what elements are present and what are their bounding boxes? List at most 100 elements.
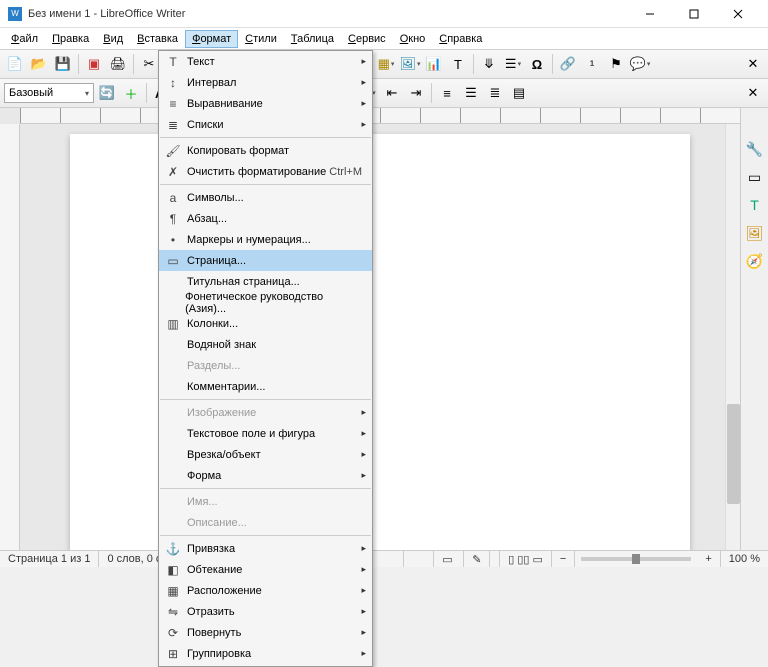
- zoom-slider[interactable]: [581, 557, 691, 561]
- menu-item-списки[interactable]: ≣Списки: [159, 114, 372, 135]
- menu-item-label: Очистить форматирование: [187, 166, 326, 178]
- sidebar-gallery-icon[interactable]: 🖼: [744, 222, 766, 244]
- document-area[interactable]: [20, 124, 740, 550]
- pagebreak-button[interactable]: ⤋: [478, 53, 500, 75]
- horizontal-ruler[interactable]: [20, 108, 740, 124]
- zoom-out-button[interactable]: −: [552, 551, 575, 567]
- open-button[interactable]: 📂: [28, 53, 50, 75]
- sidebar-properties-icon[interactable]: 🔧: [744, 138, 766, 160]
- menu-item-интервал[interactable]: ↕Интервал: [159, 72, 372, 93]
- align-left-button[interactable]: ≡: [436, 82, 458, 104]
- menu-item-label: Маркеры и нумерация...: [187, 234, 311, 246]
- menu-item-фонетическое-руководство-азия-[interactable]: Фонетическое руководство (Азия)...: [159, 292, 372, 313]
- status-selection-mode[interactable]: ▭: [434, 551, 464, 567]
- format-menu-dropdown: TТекст↕Интервал≡Выравнивание≣Списки 🖌Копи…: [158, 50, 373, 667]
- scrollbar-thumb[interactable]: [727, 404, 740, 504]
- comment-button[interactable]: 💬: [629, 53, 651, 75]
- menu-item-абзац-[interactable]: ¶Абзац...: [159, 208, 372, 229]
- save-button[interactable]: 💾: [52, 53, 74, 75]
- menu-item-колонки-[interactable]: ▥Колонки...: [159, 313, 372, 334]
- menu-вид[interactable]: Вид: [96, 30, 130, 48]
- menu-item-врезка-объект[interactable]: Врезка/объект: [159, 444, 372, 465]
- menu-правка[interactable]: Правка: [45, 30, 96, 48]
- zoom-knob[interactable]: [632, 554, 640, 564]
- menu-вставка[interactable]: Вставка: [130, 30, 185, 48]
- menu-item-копировать-формат[interactable]: 🖌Копировать формат: [159, 140, 372, 161]
- status-view-layout[interactable]: ▯ ▯▯ ▭: [499, 551, 552, 567]
- menu-файл[interactable]: Файл: [4, 30, 45, 48]
- menu-item-текст[interactable]: TТекст: [159, 51, 372, 72]
- hyperlink-button[interactable]: 🔗: [557, 53, 579, 75]
- close-button[interactable]: [716, 0, 760, 28]
- menu-окно[interactable]: Окно: [393, 30, 433, 48]
- menu-сервис[interactable]: Сервис: [341, 30, 393, 48]
- menu-стили[interactable]: Стили: [238, 30, 284, 48]
- separator: [552, 54, 553, 74]
- status-insert-mode[interactable]: [404, 551, 434, 567]
- sidebar-styles-icon[interactable]: T: [744, 194, 766, 216]
- vertical-ruler[interactable]: [0, 124, 20, 550]
- char-icon: a: [163, 189, 183, 207]
- menu-item-текстовое-поле-и-фигура[interactable]: Текстовое поле и фигура: [159, 423, 372, 444]
- menu-item-описание-: Описание...: [159, 512, 372, 533]
- vertical-scrollbar[interactable]: [725, 124, 740, 550]
- minimize-button[interactable]: [628, 0, 672, 28]
- footnote-button[interactable]: ¹: [581, 53, 603, 75]
- menu-item-обтекание[interactable]: ◧Обтекание: [159, 559, 372, 580]
- menu-item-символы-[interactable]: aСимволы...: [159, 187, 372, 208]
- status-signature[interactable]: ✎: [464, 551, 490, 567]
- indent-button[interactable]: ⇥: [405, 82, 427, 104]
- new-button[interactable]: 📄: [4, 53, 26, 75]
- field-button[interactable]: ☰: [502, 53, 524, 75]
- menu-item-привязка[interactable]: ⚓Привязка: [159, 538, 372, 559]
- menu-separator: [160, 184, 371, 185]
- close-toolbar-button[interactable]: ✕: [742, 82, 764, 104]
- workspace: 🔧 ▭ T 🖼 🧭: [0, 108, 768, 550]
- menu-item-водяной-знак[interactable]: Водяной знак: [159, 334, 372, 355]
- sidebar-navigator-icon[interactable]: 🧭: [744, 250, 766, 272]
- sidebar-page-icon[interactable]: ▭: [744, 166, 766, 188]
- close-toolbar-button[interactable]: ✕: [742, 53, 764, 75]
- menu-item-расположение[interactable]: ▦Расположение: [159, 580, 372, 601]
- image-button[interactable]: 🖼: [399, 53, 421, 75]
- bookmark-button[interactable]: ⚑: [605, 53, 627, 75]
- menu-item-титульная-страница-[interactable]: Титульная страница...: [159, 271, 372, 292]
- menu-item-label: Отразить: [187, 606, 235, 618]
- textbox-button[interactable]: T: [447, 53, 469, 75]
- zoom-in-button[interactable]: +: [697, 551, 720, 567]
- print-button[interactable]: 🖨: [107, 53, 129, 75]
- menu-таблица[interactable]: Таблица: [284, 30, 341, 48]
- justify-button[interactable]: ▤: [508, 82, 530, 104]
- outdent-button[interactable]: ⇤: [381, 82, 403, 104]
- align-center-button[interactable]: ☰: [460, 82, 482, 104]
- menu-item-отразить[interactable]: ⇋Отразить: [159, 601, 372, 622]
- brush-icon: 🖌: [163, 142, 183, 160]
- menu-item-label: Врезка/объект: [187, 449, 261, 461]
- arrange-icon: ▦: [163, 582, 183, 600]
- new-style-button[interactable]: ＋: [120, 82, 142, 104]
- menu-item-повернуть[interactable]: ⟳Повернуть: [159, 622, 372, 643]
- menu-справка[interactable]: Справка: [432, 30, 489, 48]
- menu-separator: [160, 535, 371, 536]
- menu-item-страница-[interactable]: ▭Страница...: [159, 250, 372, 271]
- paragraph-style-combo[interactable]: Базовый: [4, 83, 94, 103]
- menu-item-label: Титульная страница...: [187, 276, 300, 288]
- cut-button[interactable]: ✂: [138, 53, 160, 75]
- menu-item-маркеры-и-нумерация-[interactable]: •Маркеры и нумерация...: [159, 229, 372, 250]
- chart-button[interactable]: 📊: [423, 53, 445, 75]
- special-char-button[interactable]: Ω: [526, 53, 548, 75]
- status-page[interactable]: Страница 1 из 1: [0, 551, 99, 567]
- menu-item-комментарии-[interactable]: Комментарии...: [159, 376, 372, 397]
- zoom-value[interactable]: 100 %: [721, 551, 768, 567]
- menu-item-выравнивание[interactable]: ≡Выравнивание: [159, 93, 372, 114]
- table-button[interactable]: ▦: [375, 53, 397, 75]
- maximize-button[interactable]: [672, 0, 716, 28]
- align-right-button[interactable]: ≣: [484, 82, 506, 104]
- menu-item-форма[interactable]: Форма: [159, 465, 372, 486]
- menu-формат[interactable]: Формат: [185, 30, 238, 48]
- clear-icon: ✗: [163, 163, 183, 181]
- export-pdf-button[interactable]: ▣: [83, 53, 105, 75]
- menu-item-группировка[interactable]: ⊞Группировка: [159, 643, 372, 664]
- update-style-button[interactable]: 🔄: [96, 82, 118, 104]
- menu-item-очистить-форматирование[interactable]: ✗Очистить форматированиеCtrl+M: [159, 161, 372, 182]
